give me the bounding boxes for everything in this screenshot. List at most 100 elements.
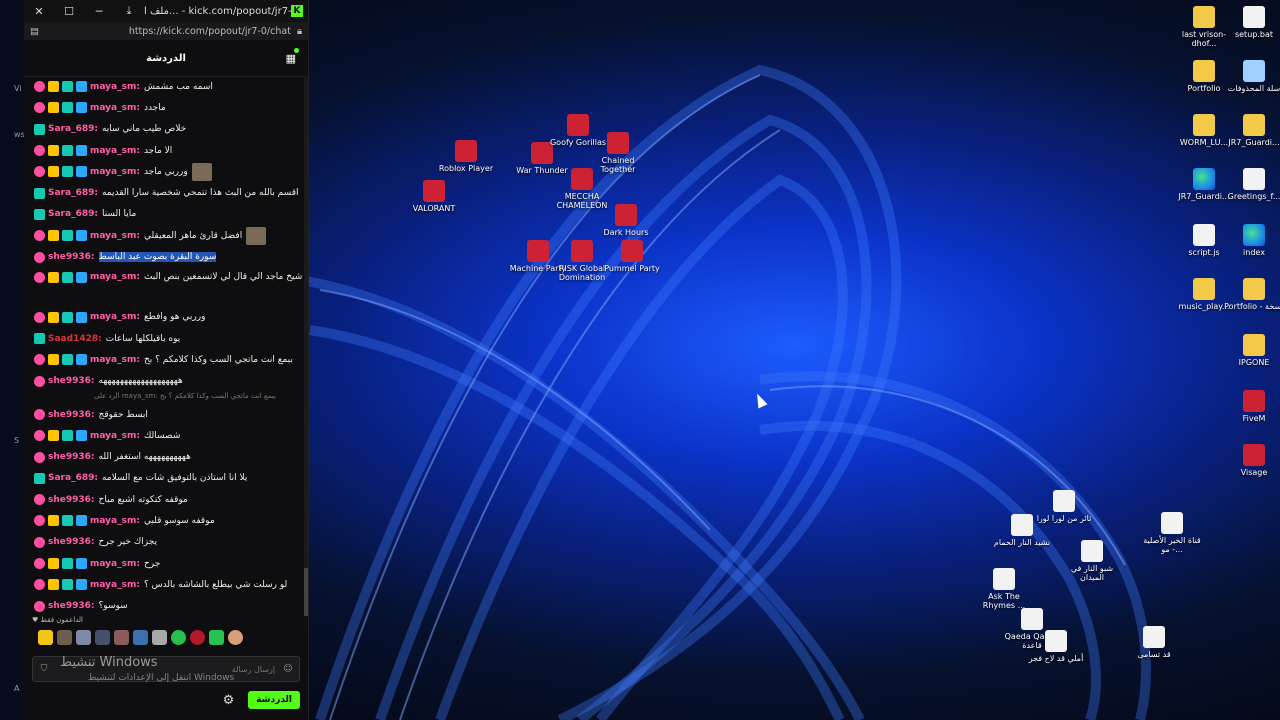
chat-message[interactable]: maya_sm: ورربي ماجد xyxy=(24,161,302,182)
mp4-icon xyxy=(1143,626,1165,648)
chat-username[interactable]: Sara_689: xyxy=(48,124,98,134)
desktop-icon[interactable]: Greetings_f... xyxy=(1224,168,1280,201)
desktop-icon[interactable]: سلة المحذوفات xyxy=(1224,60,1280,93)
chat-username[interactable]: maya_sm: xyxy=(90,312,140,322)
chat-message[interactable]: maya_sm: لو رسلت شي بيطلع بالشاشه بالدس ؟ xyxy=(24,574,302,595)
chat-message[interactable]: maya_sm: ببمع انت ماتجي السب وكذا كلامكم … xyxy=(24,349,302,370)
chat-message[interactable]: Sara_689: مايا السنا xyxy=(24,204,302,225)
chat-message[interactable]: maya_sm: موقفه سوسو قلبي xyxy=(24,510,302,531)
chat-message-list[interactable]: maya_sm: اسمه مب مشمش maya_sm: ماجدد Sara_68… xyxy=(24,76,302,618)
chat-message[interactable]: maya_sm: افضل قارئ ماهر المعيقلي xyxy=(24,225,302,246)
gear-icon[interactable]: ⚙ xyxy=(223,693,235,708)
chat-username[interactable]: she9936: xyxy=(48,601,95,611)
chat-username[interactable]: maya_sm: xyxy=(90,272,140,282)
game-icon xyxy=(615,204,637,226)
desktop-icon[interactable]: شبو النار في الميدان xyxy=(1062,540,1122,582)
desktop-icon[interactable]: FiveM xyxy=(1224,390,1280,423)
emote-icon[interactable] xyxy=(38,630,53,645)
scrollbar-thumb[interactable] xyxy=(304,568,308,616)
desktop-icon[interactable]: Roblox Player xyxy=(436,140,496,173)
emote-icon[interactable] xyxy=(190,630,205,645)
desktop-icon[interactable]: أملي قد لاح فجر xyxy=(1026,630,1086,663)
chat-username[interactable]: maya_sm: xyxy=(90,231,140,241)
chat-message[interactable]: she9936: سورة البقرة بصوت عبد الباسط xyxy=(24,246,302,267)
chat-username[interactable]: maya_sm: xyxy=(90,167,140,177)
chat-message[interactable]: maya_sm: جرح xyxy=(24,553,302,574)
emote-icon[interactable] xyxy=(57,630,72,645)
chat-message[interactable]: Sara_689: خلاص طيب ماني سابه xyxy=(24,119,302,140)
chat-username[interactable]: Sara_689: xyxy=(48,188,98,198)
chat-message[interactable]: maya_sm: شصسالك xyxy=(24,425,302,446)
chat-username[interactable]: Sara_689: xyxy=(48,473,98,483)
chat-message[interactable]: maya_sm: ورربي هو وافطع xyxy=(24,307,302,328)
emote-icon[interactable] xyxy=(171,630,186,645)
chat-message[interactable]: she9936: سوسو؟ xyxy=(24,596,302,617)
chat-message[interactable]: maya_sm: ماجدد xyxy=(24,97,302,118)
chat-username[interactable]: Saad1428: xyxy=(48,334,102,344)
chat-username[interactable]: maya_sm: xyxy=(90,559,140,569)
desktop-icon[interactable]: Pummel Party xyxy=(602,240,662,273)
chat-message[interactable]: maya_sm: اسمه مب مشمش xyxy=(24,76,302,97)
chat-username[interactable]: maya_sm: xyxy=(90,146,140,156)
chat-username[interactable]: maya_sm: xyxy=(90,355,140,365)
chat-scrollbar[interactable] xyxy=(304,76,308,616)
chat-message[interactable]: she9936: موقفه كتكوته اشبع مباح xyxy=(24,489,302,510)
desktop-icon[interactable]: Dark Hours xyxy=(596,204,656,237)
desktop-icon[interactable]: JR7_Guardi... xyxy=(1224,114,1280,147)
close-button[interactable]: ✕ xyxy=(24,5,54,18)
chat-username[interactable]: maya_sm: xyxy=(90,103,140,113)
chat-message[interactable]: maya_sm: الا ماجد xyxy=(24,140,302,161)
chat-username[interactable]: she9936: xyxy=(48,252,95,262)
maximize-button[interactable]: ☐ xyxy=(54,5,84,18)
chat-username[interactable]: Sara_689: xyxy=(48,209,98,219)
chat-username[interactable]: she9936: xyxy=(48,537,95,547)
minimize-button[interactable]: ─ xyxy=(84,5,114,18)
window-titlebar[interactable]: ✕ ☐ ─ ⤓ ملف ا... - kick.com/popout/jr7-0… xyxy=(24,0,308,22)
chat-message[interactable]: Saad1428: يوه باقيلكلها ساعات xyxy=(24,328,302,349)
desktop-icon[interactable]: IPGONE xyxy=(1224,334,1280,367)
desktop-icon[interactable]: Visage xyxy=(1224,444,1280,477)
chat-username[interactable]: maya_sm: xyxy=(90,580,140,590)
emote-icon[interactable] xyxy=(76,630,91,645)
chat-message[interactable]: Sara_689: يلا انا استاذن بالتوفيق شات مع … xyxy=(24,468,302,489)
desktop-icon[interactable]: setup.bat xyxy=(1224,6,1280,39)
chat-message[interactable]: she9936: ابسط حقوقج xyxy=(24,404,302,425)
gift-icon[interactable]: ▦ xyxy=(286,48,300,65)
address-bar[interactable]: ▤ https://kick.com/popout/jr7-0/chat 🔒︎ xyxy=(24,22,308,40)
chat-username[interactable]: maya_sm: xyxy=(90,431,140,441)
emote-icon[interactable] xyxy=(114,630,129,645)
desktop-icon[interactable]: Portfolio - نسخة xyxy=(1224,278,1280,311)
emoji-icon[interactable]: ☺ xyxy=(277,664,299,674)
emote-icon[interactable] xyxy=(209,630,224,645)
chat-message[interactable]: she9936: يجزاك خير جرح xyxy=(24,532,302,553)
emote-icon[interactable] xyxy=(133,630,148,645)
chat-input-box[interactable]: ⛉ ☺ xyxy=(32,656,300,682)
supporter-emotes[interactable] xyxy=(24,630,308,645)
chat-username[interactable]: she9936: xyxy=(48,410,95,420)
chat-message[interactable]: maya_sm: ياشيخ ماجد الي قال لي لاتسمعين ب… xyxy=(24,268,302,307)
url-text[interactable]: https://kick.com/popout/jr7-0/chat xyxy=(39,26,297,37)
chat-popout-window[interactable]: ✕ ☐ ─ ⤓ ملف ا... - kick.com/popout/jr7-0… xyxy=(24,0,309,720)
chat-input[interactable] xyxy=(55,663,277,675)
chat-username[interactable]: maya_sm: xyxy=(90,82,140,92)
emote-icon[interactable] xyxy=(152,630,167,645)
desktop-icon[interactable]: قناة الخير الأصلية - مو... xyxy=(1142,512,1202,554)
send-chat-button[interactable]: الدردشة xyxy=(248,691,300,709)
emote-icon[interactable] xyxy=(95,630,110,645)
desktop-icon[interactable]: Ask The Rhymes ... xyxy=(974,568,1034,610)
chat-message[interactable]: Sara_689: اقسم بالله من البث هذا تتمحي شخ… xyxy=(24,182,302,203)
chat-username[interactable]: she9936: xyxy=(48,376,95,386)
desktop-icon[interactable]: VALORANT xyxy=(404,180,464,213)
desktop-icon[interactable]: index xyxy=(1224,224,1280,257)
chat-message[interactable]: she9936: ههههههههههه استغفر الله xyxy=(24,446,302,467)
chat-username[interactable]: she9936: xyxy=(48,495,95,505)
desktop-icon[interactable]: نشيد النار الحمام xyxy=(992,514,1052,547)
mp4-icon xyxy=(1161,512,1183,534)
chat-username[interactable]: she9936: xyxy=(48,452,95,462)
emote-icon[interactable] xyxy=(228,630,243,645)
chat-username[interactable]: maya_sm: xyxy=(90,516,140,526)
download-icon[interactable]: ⤓ xyxy=(114,4,144,18)
desktop-icon[interactable]: قد تسامى xyxy=(1124,626,1184,659)
chat-message[interactable]: she9936: هههههههههههههههههههه xyxy=(24,371,302,392)
shield-icon[interactable]: ⛉ xyxy=(33,664,55,674)
